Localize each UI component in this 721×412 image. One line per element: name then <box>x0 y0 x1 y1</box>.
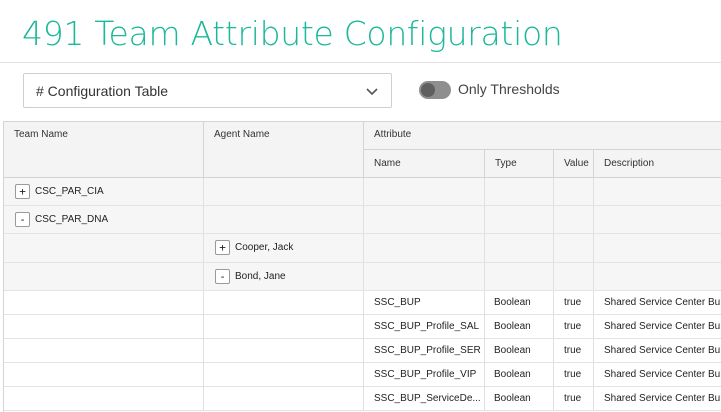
attribute-description: Shared Service Center Bu <box>604 297 721 308</box>
header-name-label: Name <box>374 158 401 169</box>
attribute-value: true <box>564 345 582 356</box>
attribute-type: Boolean <box>494 297 531 308</box>
team-row: - CSC_PAR_DNA <box>4 206 721 234</box>
header-agent-name-label: Agent Name <box>214 129 270 140</box>
header-value-label: Value <box>564 158 589 169</box>
configuration-grid: Team Name Agent Name Attribute Name Type… <box>3 121 721 412</box>
attribute-type: Boolean <box>494 393 531 404</box>
header-type-label: Type <box>495 158 517 169</box>
header-team-name-label: Team Name <box>14 129 68 140</box>
only-thresholds-label: Only Thresholds <box>458 81 560 97</box>
agent-row: - Bond, Jane <box>4 263 721 291</box>
title-divider <box>0 62 721 63</box>
header-description[interactable]: Description <box>594 150 721 178</box>
chevron-down-icon <box>366 88 378 96</box>
attribute-name: SSC_BUP_Profile_SER <box>374 345 481 356</box>
attribute-description: Shared Service Center Bu <box>604 369 721 380</box>
header-description-label: Description <box>604 158 655 169</box>
attribute-value: true <box>564 297 582 308</box>
attribute-row[interactable]: SSC_BUP_Profile_SER Boolean true Shared … <box>4 339 721 363</box>
only-thresholds-toggle[interactable] <box>419 81 451 99</box>
header-attribute-label: Attribute <box>374 129 412 140</box>
header-attribute-group: Attribute <box>364 122 721 150</box>
header-value[interactable]: Value <box>554 150 594 178</box>
agent-name: Bond, Jane <box>235 271 286 282</box>
attribute-description: Shared Service Center Bu <box>604 321 721 332</box>
expand-button[interactable]: + <box>15 184 30 199</box>
configuration-table-dropdown[interactable]: # Configuration Table <box>23 73 392 108</box>
attribute-name: SSC_BUP_Profile_SAL <box>374 321 480 332</box>
attribute-row[interactable]: SSC_BUP_Profile_VIP Boolean true Shared … <box>4 363 721 387</box>
header-type[interactable]: Type <box>485 150 554 178</box>
attribute-description: Shared Service Center Bu <box>604 345 721 356</box>
attribute-value: true <box>564 393 582 404</box>
team-name: CSC_PAR_DNA <box>35 214 109 225</box>
attribute-name: SSC_BUP_Profile_VIP <box>374 369 477 380</box>
attribute-type: Boolean <box>494 369 531 380</box>
agent-name: Cooper, Jack <box>235 242 294 253</box>
page-title: 491 Team Attribute Configuration <box>22 14 563 53</box>
header-team-name[interactable]: Team Name <box>4 122 204 178</box>
attribute-row[interactable]: SSC_BUP_Profile_SAL Boolean true Shared … <box>4 315 721 339</box>
attribute-value: true <box>564 369 582 380</box>
attribute-row[interactable]: SSC_BUP_ServiceDe... Boolean true Shared… <box>4 387 721 411</box>
header-agent-name[interactable]: Agent Name <box>204 122 364 178</box>
collapse-button[interactable]: - <box>215 269 230 284</box>
attribute-type: Boolean <box>494 321 531 332</box>
header-name[interactable]: Name <box>364 150 485 178</box>
attribute-type: Boolean <box>494 345 531 356</box>
dropdown-value: # Configuration Table <box>36 82 169 99</box>
attribute-row[interactable]: SSC_BUP Boolean true Shared Service Cent… <box>4 291 721 315</box>
attribute-value: true <box>564 321 582 332</box>
team-name: CSC_PAR_CIA <box>35 186 104 197</box>
toggle-knob <box>421 83 435 97</box>
team-row: + CSC_PAR_CIA <box>4 178 721 206</box>
attribute-name: SSC_BUP <box>374 297 421 308</box>
attribute-description: Shared Service Center Bu <box>604 393 721 404</box>
attribute-name: SSC_BUP_ServiceDe... <box>374 393 481 404</box>
agent-row: + Cooper, Jack <box>4 234 721 263</box>
collapse-button[interactable]: - <box>15 212 30 227</box>
expand-button[interactable]: + <box>215 240 230 255</box>
